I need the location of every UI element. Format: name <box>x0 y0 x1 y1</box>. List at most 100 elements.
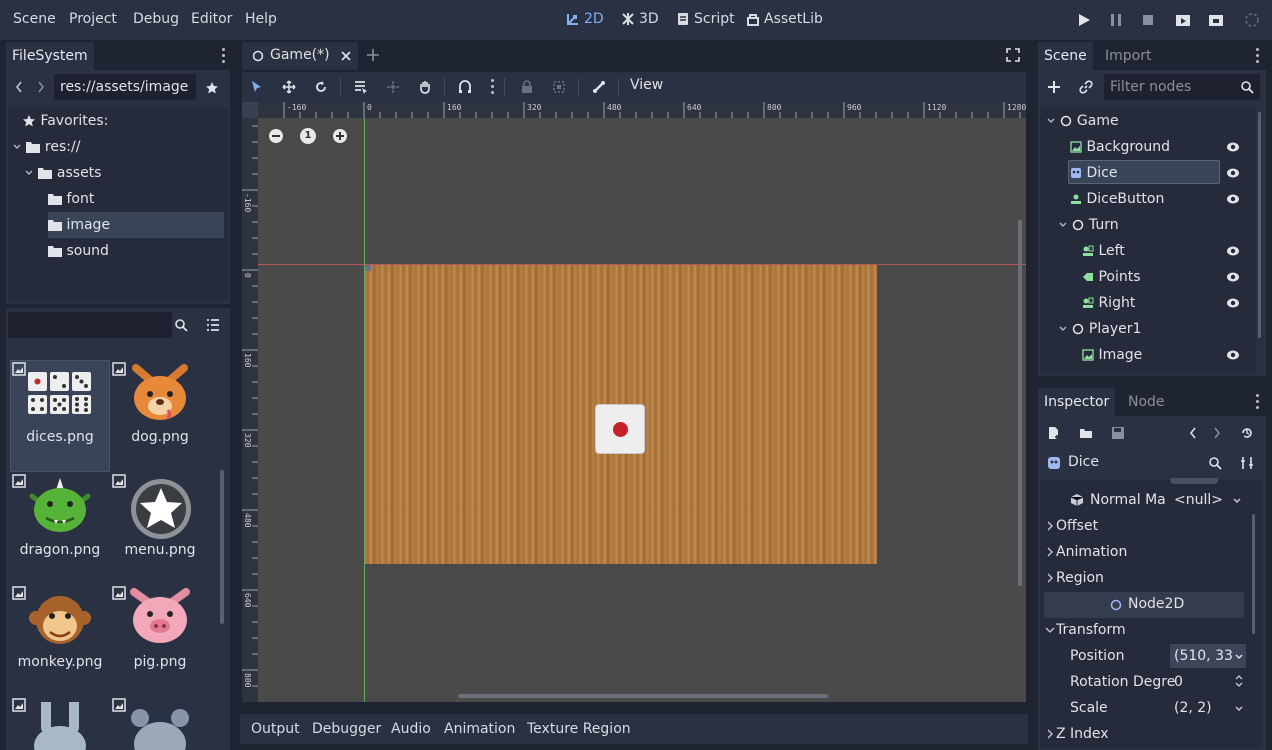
tab-animation[interactable]: Animation <box>444 714 515 744</box>
workspace-script-button[interactable]: Script <box>676 11 735 27</box>
visibility-eye-icon[interactable] <box>1226 244 1240 258</box>
node-dice[interactable]: Dice <box>1070 160 1117 186</box>
file-item-dragon[interactable]: dragon.png <box>10 472 110 584</box>
file-item-menu[interactable]: menu.png <box>110 472 210 584</box>
visibility-eye-icon[interactable] <box>1226 140 1240 154</box>
new-resource-icon[interactable] <box>1047 426 1061 440</box>
back-icon[interactable] <box>14 80 24 94</box>
chevron-down-icon[interactable] <box>1234 652 1244 662</box>
prop-scale-value[interactable]: (2, 2) <box>1170 696 1230 720</box>
workspace-assetlib-button[interactable]: AssetLib <box>746 11 823 27</box>
scene-tree-scrollbar[interactable] <box>1258 112 1261 338</box>
tree-sound[interactable]: sound <box>48 238 224 264</box>
history-icon[interactable] <box>1240 426 1254 440</box>
scene-menu-icon[interactable] <box>1256 48 1260 64</box>
rotate-tool-icon[interactable] <box>314 80 328 94</box>
play-icon[interactable] <box>1076 12 1092 28</box>
favorite-star-icon[interactable] <box>205 81 219 95</box>
tab-inspector[interactable]: Inspector <box>1038 388 1116 416</box>
select-tool-icon[interactable] <box>250 80 264 94</box>
play-custom-scene-icon[interactable] <box>1208 12 1224 28</box>
object-tools-icon[interactable] <box>1240 456 1254 470</box>
visibility-eye-icon[interactable] <box>1226 270 1240 284</box>
file-item-partial-2[interactable] <box>110 696 210 750</box>
tab-scene[interactable]: Scene <box>1038 42 1093 70</box>
view-menu[interactable]: View <box>630 77 663 93</box>
list-select-icon[interactable] <box>354 80 368 94</box>
add-node-icon[interactable] <box>1047 80 1061 94</box>
file-item-pig[interactable]: pig.png <box>110 584 210 696</box>
distraction-free-icon[interactable] <box>1006 48 1020 62</box>
pivot-tool-icon[interactable] <box>386 80 400 94</box>
pan-tool-icon[interactable] <box>418 80 432 94</box>
zoom-reset-button[interactable]: 1 <box>300 128 316 144</box>
inspector-scrollbar[interactable] <box>1252 514 1255 634</box>
close-icon[interactable] <box>340 50 352 62</box>
node-left[interactable]: Left <box>1082 238 1125 264</box>
section-animation[interactable]: Animation <box>1040 539 1250 565</box>
tab-texture-region[interactable]: Texture Region <box>527 714 631 744</box>
section-transform[interactable]: Transform <box>1040 617 1250 643</box>
menu-editor[interactable]: Editor <box>191 11 232 27</box>
node-points[interactable]: Points <box>1082 264 1141 290</box>
visibility-eye-icon[interactable] <box>1226 296 1240 310</box>
zoom-in-icon[interactable] <box>332 128 348 144</box>
workspace-3d-button[interactable]: 3D <box>621 11 659 27</box>
bone-icon[interactable] <box>592 80 606 94</box>
tab-audio[interactable]: Audio <box>391 714 431 744</box>
dice-sprite[interactable] <box>595 404 645 454</box>
file-item-dog[interactable]: dog.png <box>110 360 210 472</box>
play-scene-icon[interactable] <box>1175 12 1191 28</box>
stop-icon[interactable] <box>1140 12 1156 28</box>
pause-icon[interactable] <box>1108 12 1124 28</box>
save-resource-icon[interactable] <box>1111 426 1125 440</box>
tab-filesystem[interactable]: FileSystem <box>6 42 94 70</box>
file-grid-scrollbar[interactable] <box>220 470 224 624</box>
node-right[interactable]: Right <box>1082 290 1135 316</box>
section-region[interactable]: Region <box>1040 565 1250 591</box>
path-field[interactable]: res://assets/image <box>54 74 196 100</box>
tree-assets[interactable]: assets <box>24 160 101 186</box>
group-icon[interactable] <box>552 80 566 94</box>
open-resource-icon[interactable] <box>1079 426 1093 440</box>
file-search-input[interactable] <box>8 312 172 338</box>
origin-handle[interactable] <box>365 265 371 271</box>
section-zindex[interactable]: Z Index <box>1040 721 1250 747</box>
tab-debugger[interactable]: Debugger <box>312 714 381 744</box>
zoom-out-icon[interactable] <box>268 128 284 144</box>
link-icon[interactable] <box>1079 80 1093 94</box>
file-item-partial[interactable] <box>10 696 110 750</box>
tree-res[interactable]: res:// <box>12 134 80 160</box>
node-background[interactable]: Background <box>1070 134 1170 160</box>
chevron-down-icon[interactable] <box>1234 704 1244 714</box>
snap-icon[interactable] <box>458 80 472 94</box>
file-item-dices[interactable]: dices.png <box>10 360 110 472</box>
forward-icon[interactable] <box>36 80 46 94</box>
move-tool-icon[interactable] <box>282 80 296 94</box>
chevron-down-icon[interactable] <box>1232 496 1242 506</box>
property-search-icon[interactable] <box>1208 456 1222 470</box>
lock-icon[interactable] <box>520 80 534 94</box>
menu-scene[interactable]: Scene <box>13 11 56 27</box>
canvas-2d[interactable]: -160 0 160 320 480 640 800 960 1120 1280… <box>242 102 1026 702</box>
history-back-icon[interactable] <box>1188 426 1198 440</box>
file-item-monkey[interactable]: monkey.png <box>10 584 110 696</box>
inspector-menu-icon[interactable] <box>1256 394 1260 410</box>
spin-arrows-icon[interactable] <box>1234 674 1244 688</box>
visibility-eye-icon[interactable] <box>1226 166 1240 180</box>
history-forward-icon[interactable] <box>1212 426 1222 440</box>
tab-import[interactable]: Import <box>1099 42 1157 70</box>
menu-project[interactable]: Project <box>69 11 117 27</box>
tab-node[interactable]: Node <box>1122 388 1171 416</box>
new-tab-icon[interactable] <box>366 48 380 62</box>
visibility-eye-icon[interactable] <box>1226 192 1240 206</box>
node-turn[interactable]: Turn <box>1058 212 1119 238</box>
snap-options-icon[interactable] <box>491 79 495 95</box>
filesystem-menu-icon[interactable] <box>222 48 226 64</box>
workspace-2d-button[interactable]: 2D <box>566 11 604 27</box>
node-dicebutton[interactable]: DiceButton <box>1070 186 1164 212</box>
menu-debug[interactable]: Debug <box>133 11 179 27</box>
canvas-v-scrollbar[interactable] <box>1018 220 1022 586</box>
tab-output[interactable]: Output <box>251 714 300 744</box>
tab-game[interactable]: Game(*) <box>242 42 358 70</box>
